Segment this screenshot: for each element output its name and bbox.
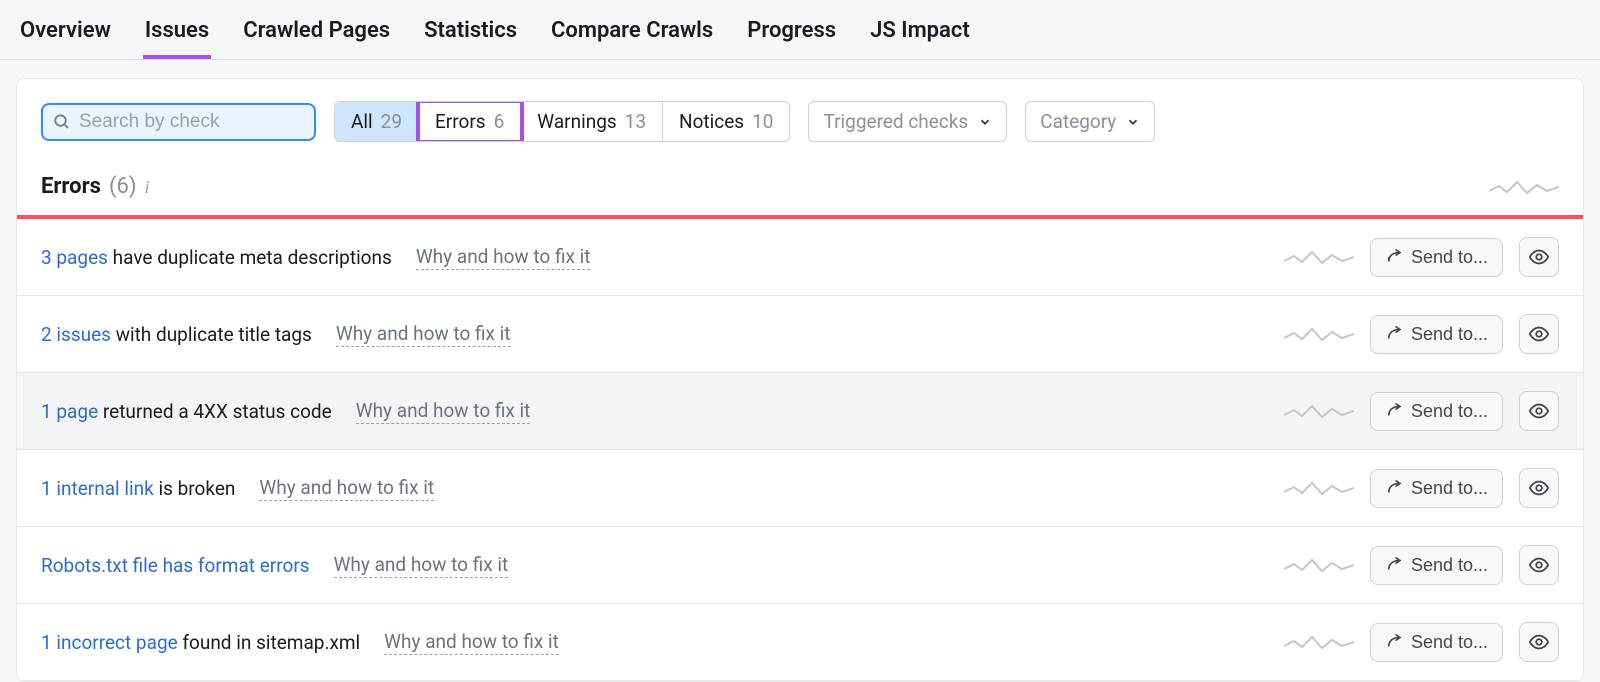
nav-tab-compare-crawls[interactable]: Compare Crawls	[549, 10, 715, 59]
issue-text: 3 pages have duplicate meta descriptions	[41, 246, 392, 269]
share-arrow-icon	[1385, 402, 1403, 420]
send-to-button[interactable]: Send to...	[1370, 238, 1503, 277]
dropdown-label: Triggered checks	[823, 110, 968, 133]
sparkline-icon	[1284, 247, 1354, 267]
issues-panel: All 29 Errors 6 Warnings 13 Notices 10 T…	[16, 78, 1584, 682]
filter-errors[interactable]: Errors 6	[419, 102, 521, 141]
issue-link[interactable]: 1 page	[41, 400, 98, 423]
category-dropdown[interactable]: Category	[1025, 101, 1155, 142]
issue-row[interactable]: 2 issues with duplicate title tags Why a…	[17, 296, 1583, 373]
filter-all[interactable]: All 29	[335, 102, 419, 141]
filter-label: Errors	[435, 110, 486, 133]
eye-icon	[1528, 246, 1550, 268]
nav-tab-statistics[interactable]: Statistics	[422, 10, 519, 59]
chevron-down-icon	[1126, 115, 1140, 129]
why-how-fix-link[interactable]: Why and how to fix it	[259, 476, 434, 501]
share-arrow-icon	[1385, 248, 1403, 266]
send-to-label: Send to...	[1411, 247, 1488, 268]
search-field[interactable]	[41, 103, 316, 141]
issue-row[interactable]: Robots.txt file has format errors Why an…	[17, 527, 1583, 604]
filter-segments: All 29 Errors 6 Warnings 13 Notices 10	[334, 101, 790, 142]
search-icon	[53, 113, 71, 131]
sparkline-icon	[1284, 555, 1354, 575]
filter-notices[interactable]: Notices 10	[663, 102, 789, 141]
share-arrow-icon	[1385, 325, 1403, 343]
issue-text: 1 page returned a 4XX status code	[41, 400, 332, 423]
eye-icon	[1528, 400, 1550, 422]
issue-link[interactable]: 2 issues	[41, 323, 111, 346]
issue-link[interactable]: 1 incorrect page	[41, 631, 178, 654]
send-to-label: Send to...	[1411, 401, 1488, 422]
why-how-fix-link[interactable]: Why and how to fix it	[356, 399, 531, 424]
toolbar: All 29 Errors 6 Warnings 13 Notices 10 T…	[17, 79, 1583, 160]
share-arrow-icon	[1385, 556, 1403, 574]
send-to-button[interactable]: Send to...	[1370, 392, 1503, 431]
nav-tab-js-impact[interactable]: JS Impact	[868, 10, 972, 59]
issue-text: Robots.txt file has format errors	[41, 554, 310, 577]
share-arrow-icon	[1385, 479, 1403, 497]
eye-icon	[1528, 323, 1550, 345]
issue-text: 2 issues with duplicate title tags	[41, 323, 312, 346]
filter-count: 29	[381, 110, 402, 133]
view-button[interactable]	[1519, 545, 1559, 585]
send-to-button[interactable]: Send to...	[1370, 623, 1503, 662]
chevron-down-icon	[978, 115, 992, 129]
why-how-fix-link[interactable]: Why and how to fix it	[416, 245, 591, 270]
filter-label: Notices	[679, 110, 744, 133]
view-button[interactable]	[1519, 237, 1559, 277]
filter-count: 13	[625, 110, 646, 133]
nav-tab-crawled-pages[interactable]: Crawled Pages	[241, 10, 392, 59]
share-arrow-icon	[1385, 633, 1403, 651]
section-header: Errors (6) i	[17, 160, 1583, 219]
filter-label: Warnings	[537, 110, 616, 133]
issue-link[interactable]: 3 pages	[41, 246, 108, 269]
eye-icon	[1528, 554, 1550, 576]
issue-text: 1 internal link is broken	[41, 477, 235, 500]
send-to-label: Send to...	[1411, 632, 1488, 653]
filter-warnings[interactable]: Warnings 13	[521, 102, 663, 141]
nav-tab-progress[interactable]: Progress	[745, 10, 838, 59]
send-to-label: Send to...	[1411, 478, 1488, 499]
sparkline-icon	[1489, 177, 1559, 197]
view-button[interactable]	[1519, 622, 1559, 662]
nav-tab-overview[interactable]: Overview	[18, 10, 113, 59]
section-title: Errors	[41, 174, 101, 199]
send-to-button[interactable]: Send to...	[1370, 546, 1503, 585]
why-how-fix-link[interactable]: Why and how to fix it	[336, 322, 511, 347]
send-to-label: Send to...	[1411, 324, 1488, 345]
why-how-fix-link[interactable]: Why and how to fix it	[334, 553, 509, 578]
eye-icon	[1528, 477, 1550, 499]
why-how-fix-link[interactable]: Why and how to fix it	[384, 630, 559, 655]
filter-count: 10	[752, 110, 773, 133]
filter-count: 6	[494, 110, 505, 133]
view-button[interactable]	[1519, 314, 1559, 354]
sparkline-icon	[1284, 324, 1354, 344]
filter-label: All	[351, 110, 373, 133]
issue-text: 1 incorrect page found in sitemap.xml	[41, 631, 360, 654]
section-count: (6)	[109, 174, 137, 199]
issues-list: 3 pages have duplicate meta descriptions…	[17, 219, 1583, 681]
issue-row[interactable]: 3 pages have duplicate meta descriptions…	[17, 219, 1583, 296]
issue-link[interactable]: 1 internal link	[41, 477, 154, 500]
issue-row[interactable]: 1 incorrect page found in sitemap.xml Wh…	[17, 604, 1583, 681]
triggered-checks-dropdown[interactable]: Triggered checks	[808, 101, 1007, 142]
top-nav: Overview Issues Crawled Pages Statistics…	[0, 0, 1600, 60]
view-button[interactable]	[1519, 391, 1559, 431]
view-button[interactable]	[1519, 468, 1559, 508]
sparkline-icon	[1284, 401, 1354, 421]
nav-tab-issues[interactable]: Issues	[143, 10, 211, 59]
info-icon[interactable]: i	[145, 177, 150, 198]
send-to-button[interactable]: Send to...	[1370, 469, 1503, 508]
sparkline-icon	[1284, 478, 1354, 498]
issue-row[interactable]: 1 internal link is broken Why and how to…	[17, 450, 1583, 527]
eye-icon	[1528, 631, 1550, 653]
send-to-label: Send to...	[1411, 555, 1488, 576]
dropdown-label: Category	[1040, 110, 1116, 133]
send-to-button[interactable]: Send to...	[1370, 315, 1503, 354]
issue-link[interactable]: Robots.txt file has format errors	[41, 554, 310, 577]
search-input[interactable]	[79, 111, 304, 133]
issue-row[interactable]: 1 page returned a 4XX status code Why an…	[17, 373, 1583, 450]
sparkline-icon	[1284, 632, 1354, 652]
